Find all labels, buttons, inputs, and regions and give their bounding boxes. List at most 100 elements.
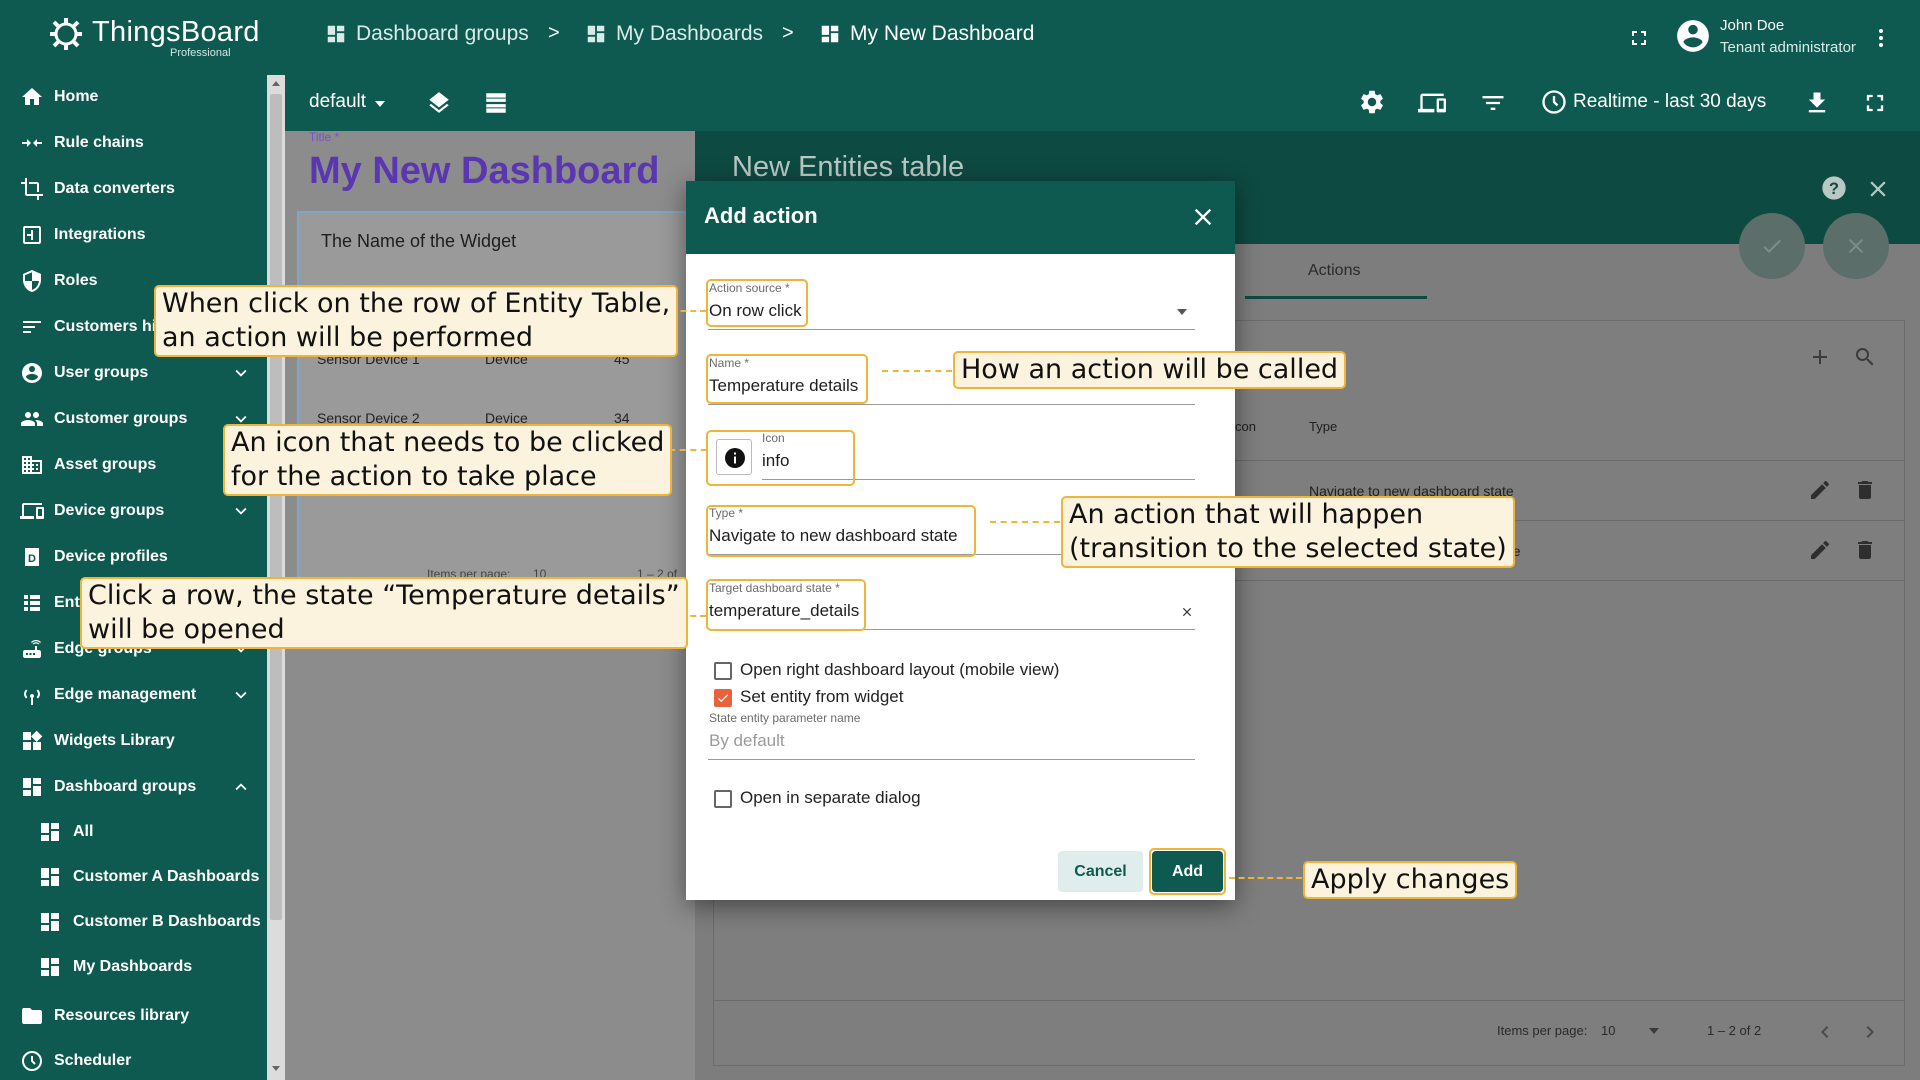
sidebar-item-dashboard-groups[interactable]: Dashboard groups <box>0 765 267 809</box>
svg-text:?: ? <box>1829 180 1839 198</box>
tab-actions-indicator <box>1245 296 1427 299</box>
more-vert-icon[interactable] <box>1869 26 1893 50</box>
layers-icon[interactable] <box>426 90 452 116</box>
checkbox-box[interactable] <box>714 790 732 808</box>
sidebar-item-label: Widgets Library <box>54 732 175 749</box>
timewindow-label[interactable]: Realtime - last 30 days <box>1573 91 1766 113</box>
sidebar-item-data-converters[interactable]: Data converters <box>0 167 267 211</box>
checkbox-box[interactable] <box>714 689 732 707</box>
breadcrumb-my-dashboards[interactable]: My Dashboards <box>585 22 763 46</box>
fullscreen-icon[interactable] <box>1627 26 1651 50</box>
sidebar-item-customer-b-dashboards[interactable]: Customer B Dashboards <box>0 900 267 944</box>
search-icon[interactable] <box>1853 345 1877 369</box>
download-icon[interactable] <box>1803 89 1831 117</box>
chevron-down-icon <box>235 691 247 699</box>
sidebar-item-all-dashboards[interactable]: All <box>0 810 267 854</box>
callout-apply: Apply changes <box>1303 861 1518 899</box>
clear-icon[interactable] <box>1180 605 1194 619</box>
state-entity-param-field[interactable]: State entity parameter name By default <box>708 711 1195 761</box>
checkbox-box[interactable] <box>714 662 732 680</box>
help-icon[interactable]: ? <box>1820 174 1848 202</box>
clock-icon[interactable] <box>1540 88 1568 116</box>
antenna-icon <box>24 689 40 705</box>
sidebar-item-label: Resources library <box>54 1007 190 1024</box>
domain-icon <box>22 456 42 474</box>
discard-widget-button[interactable] <box>1823 213 1889 279</box>
callout-line: will be opened <box>88 614 285 645</box>
tab-actions[interactable]: Actions <box>1308 262 1360 280</box>
dashboard-title-input[interactable]: My New Dashboard <box>309 150 660 193</box>
people-icon <box>21 412 43 426</box>
scroll-down-icon[interactable] <box>270 1064 282 1074</box>
sidebar-item-rule-chains[interactable]: Rule chains <box>0 121 267 165</box>
logo-text: ThingsBoard <box>92 16 260 48</box>
sidebar-item-customer-a-dashboards[interactable]: Customer A Dashboards <box>0 855 267 899</box>
dashboard-icon <box>41 868 59 886</box>
arrow-drop-down-icon <box>1177 309 1187 315</box>
sidebar-item-user-groups[interactable]: User groups <box>0 351 267 395</box>
callout-connector <box>1229 877 1302 879</box>
sidebar-item-widgets-library[interactable]: Widgets Library <box>0 719 267 763</box>
column-header-icon[interactable]: con <box>1235 419 1256 434</box>
fullscreen-icon[interactable] <box>1861 89 1889 117</box>
callout-row-click: When click on the row of Entity Table, a… <box>154 285 679 357</box>
thingsboard-logo[interactable]: ThingsBoard Professional <box>46 14 259 62</box>
page-size-select[interactable]: 10 <box>1601 1023 1615 1038</box>
sidebar-item-label: Ent <box>54 594 80 611</box>
apply-widget-button[interactable] <box>1739 213 1805 279</box>
sidebar-item-edge-management[interactable]: Edge management <box>0 673 267 717</box>
dialog-header: Add action <box>686 181 1235 254</box>
svg-text:D: D <box>28 553 36 565</box>
breadcrumb-dashboard-groups[interactable]: Dashboard groups <box>325 22 529 46</box>
sidebar-item-home[interactable]: Home <box>0 75 267 119</box>
scroll-up-icon[interactable] <box>270 78 282 88</box>
sidebar-item-label: Customer B Dashboards <box>73 913 261 930</box>
folder-icon <box>22 1008 42 1024</box>
filter-list-icon[interactable] <box>1479 89 1507 117</box>
sidebar-item-device-profiles[interactable]: D Device profiles <box>0 535 267 579</box>
sidebar-item-scheduler[interactable]: Scheduler <box>0 1039 267 1080</box>
callout-line: Click a row, the state “Temperature deta… <box>88 580 680 611</box>
sidebar-item-label: Device groups <box>54 502 165 519</box>
dashboard-icon <box>23 778 41 796</box>
edit-icon[interactable] <box>1808 478 1832 502</box>
device-profile-icon: D <box>25 548 39 566</box>
sidebar-item-my-dashboards[interactable]: My Dashboards <box>0 945 267 989</box>
breadcrumb-current: My New Dashboard <box>819 22 1034 46</box>
dashboard-icon <box>587 25 605 43</box>
gear-logo-icon <box>50 18 82 50</box>
callout-type: An action that will happen (transition t… <box>1061 496 1515 568</box>
edit-icon[interactable] <box>1808 538 1832 562</box>
sidebar-item-label: Data converters <box>54 180 175 197</box>
dashboard-icon <box>41 823 59 841</box>
entity-table-widget[interactable]: The Name of the Widget midity Sensor Dev… <box>297 211 695 615</box>
cancel-button[interactable]: Cancel <box>1058 851 1143 892</box>
view-agenda-icon[interactable] <box>483 90 509 116</box>
breadcrumb-separator: > <box>548 22 560 44</box>
add-icon[interactable] <box>1808 345 1832 369</box>
devices-icon[interactable] <box>1418 89 1446 117</box>
layout-select[interactable]: default <box>309 91 366 113</box>
callout-name: How an action will be called <box>953 351 1347 389</box>
close-icon[interactable] <box>1189 203 1217 231</box>
column-header-type[interactable]: Type <box>1309 419 1337 434</box>
sidebar-item-label: Asset groups <box>54 456 157 473</box>
delete-icon[interactable] <box>1853 538 1877 562</box>
sidebar-scrollbar-thumb[interactable] <box>270 94 282 920</box>
settings-icon[interactable] <box>1358 88 1386 116</box>
dashboard-icon <box>41 958 59 976</box>
router-icon <box>23 640 41 658</box>
delete-icon[interactable] <box>1853 478 1877 502</box>
close-icon[interactable] <box>1865 176 1891 202</box>
sidebar-item-integrations[interactable]: Integrations <box>0 213 267 257</box>
arrow-drop-down-icon <box>1649 1028 1659 1034</box>
dialog-title: Add action <box>704 203 818 228</box>
account-circle-icon <box>1677 20 1709 52</box>
sidebar-item-label: Roles <box>54 272 98 289</box>
chevron-right-icon[interactable] <box>1858 1020 1882 1044</box>
dashboard-toolbar: default Realtime - last 30 days <box>285 75 1920 131</box>
home-icon <box>22 88 42 105</box>
sidebar-item-resources-library[interactable]: Resources library <box>0 994 267 1038</box>
chevron-left-icon[interactable] <box>1813 1020 1837 1044</box>
chevron-down-icon <box>235 507 247 515</box>
